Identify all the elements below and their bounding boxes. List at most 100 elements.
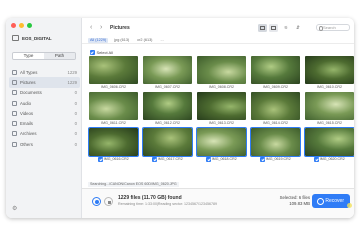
file-name: IMG_0610.CR2 (305, 85, 354, 89)
view-mode-tabs: Type Path (12, 52, 76, 60)
filter-all[interactable]: All (1229) (88, 38, 109, 43)
file-name-text: IMG_0612.CR2 (155, 121, 180, 125)
drive-selector[interactable]: EOS_DIGITAL (12, 35, 52, 41)
grid-view-button[interactable] (258, 24, 267, 32)
mail-icon (12, 121, 17, 127)
file-thumbnail[interactable] (143, 92, 192, 120)
pause-button[interactable] (92, 197, 101, 206)
category-label: All Types (20, 69, 38, 75)
category-count: 0 (74, 100, 77, 106)
category-count: 0 (74, 90, 77, 96)
file-thumbnail[interactable] (143, 56, 192, 84)
recover-button[interactable]: Recover (312, 194, 350, 208)
document-icon (12, 90, 17, 96)
toolbar: ‹ › Pictures ⚟ ⇵ Search All (1229) jpg (… (82, 18, 354, 44)
category-label: Archives (20, 131, 37, 137)
file-name-text: IMG_0606.CR2 (101, 85, 126, 89)
file-name-text: IMG_0615.CR2 (317, 121, 342, 125)
selected-count: Selected: 6 files (279, 195, 310, 200)
page-title: Pictures (110, 25, 130, 31)
filter-jpg[interactable]: jpg (613) (112, 38, 131, 43)
filter-cr2[interactable]: cr2 (613) (135, 38, 154, 43)
file-thumbnail[interactable] (89, 56, 138, 84)
select-all[interactable]: Select All (90, 50, 113, 55)
select-all-label: Select All (96, 50, 113, 55)
category-others[interactable]: Others 0 (9, 139, 80, 149)
sidebar: EOS_DIGITAL Type Path All Types 1229 Pict… (6, 18, 82, 218)
tab-type[interactable]: Type (13, 53, 44, 59)
file-name: IMG_0615.CR2 (305, 121, 354, 125)
forward-icon[interactable]: › (100, 24, 102, 31)
file-thumbnail[interactable] (304, 127, 354, 157)
list-view-button[interactable] (269, 24, 278, 32)
category-list: All Types 1229 Pictures 1229 Documents 0 Au… (9, 67, 80, 149)
file-checkbox[interactable] (314, 157, 319, 162)
file-thumbnail[interactable] (197, 56, 246, 84)
file-thumbnail[interactable] (305, 92, 354, 120)
file-thumbnail[interactable] (88, 127, 139, 157)
category-pictures[interactable]: Pictures 1229 (9, 77, 80, 88)
file-type-filters: All (1229) jpg (613) cr2 (613) ... (88, 38, 166, 43)
file-name: IMG_0616.CR2 (89, 157, 138, 162)
file-name-text: IMG_0617.CR2 (157, 157, 183, 162)
file-checkbox[interactable] (260, 157, 265, 162)
category-label: Audio (20, 100, 31, 106)
file-checkbox[interactable] (98, 157, 103, 162)
file-name: IMG_0607.CR2 (143, 85, 192, 89)
file-thumbnail[interactable] (197, 92, 246, 120)
category-all-types[interactable]: All Types 1229 (9, 67, 80, 77)
file-name: IMG_0614.CR2 (251, 121, 300, 125)
file-name-text: IMG_0608.CR2 (209, 85, 234, 89)
category-audio[interactable]: Audio 0 (9, 98, 80, 108)
file-checkbox[interactable] (152, 157, 157, 162)
category-emails[interactable]: Emails 0 (9, 118, 80, 128)
file-thumbnail[interactable] (251, 92, 300, 120)
filter-icon[interactable]: ⚟ (284, 25, 288, 31)
zoom-button[interactable] (27, 23, 32, 28)
select-all-checkbox[interactable] (90, 50, 95, 55)
grid-icon (12, 69, 17, 75)
file-name-text: IMG_0616.CR2 (103, 157, 129, 162)
settings-gear-icon[interactable]: ⚙ (12, 205, 17, 212)
search-input[interactable]: Search (316, 24, 350, 31)
file-thumbnail[interactable] (250, 127, 301, 157)
category-videos[interactable]: Videos 0 (9, 108, 80, 118)
file-thumbnail[interactable] (89, 92, 138, 120)
close-button[interactable] (11, 23, 16, 28)
category-count: 0 (74, 131, 77, 137)
file-name-text: IMG_0619.CR2 (265, 157, 291, 162)
file-thumbnail[interactable] (142, 127, 193, 157)
sort-icon[interactable]: ⇵ (296, 25, 300, 31)
category-archives[interactable]: Archives 0 (9, 129, 80, 139)
file-thumbnail[interactable] (251, 56, 300, 84)
file-thumbnail[interactable] (305, 56, 354, 84)
file-name: IMG_0617.CR2 (143, 157, 192, 162)
category-label: Documents (20, 90, 42, 96)
category-count: 0 (74, 121, 77, 127)
status-bar: 1229 files (11.70 GB) found Remaining ti… (82, 188, 354, 218)
main-panel: ‹ › Pictures ⚟ ⇵ Search All (1229) jpg (… (82, 18, 354, 218)
file-thumbnail[interactable] (196, 127, 247, 157)
category-label: Pictures (20, 79, 36, 85)
image-icon (12, 79, 17, 85)
back-icon[interactable]: ‹ (90, 24, 92, 31)
file-name-text: IMG_0609.CR2 (263, 85, 288, 89)
category-label: Others (20, 141, 33, 147)
file-name-text: IMG_0610.CR2 (317, 85, 342, 89)
list-view-icon (271, 26, 276, 30)
video-icon (12, 110, 17, 116)
mouse-cursor (347, 203, 352, 208)
tab-path[interactable]: Path (44, 53, 75, 59)
category-count: 0 (74, 110, 77, 116)
category-count: 1229 (67, 69, 77, 75)
drive-label: EOS_DIGITAL (22, 35, 52, 41)
file-name-text: IMG_0620.CR2 (319, 157, 345, 162)
stop-button[interactable] (104, 197, 113, 206)
category-documents[interactable]: Documents 0 (9, 88, 80, 98)
file-name: IMG_0611.CR2 (89, 121, 138, 125)
filter-more[interactable]: ... (158, 38, 165, 43)
window-controls (11, 23, 32, 28)
file-checkbox[interactable] (206, 157, 211, 162)
minimize-button[interactable] (19, 23, 24, 28)
file-name: IMG_0606.CR2 (89, 85, 138, 89)
